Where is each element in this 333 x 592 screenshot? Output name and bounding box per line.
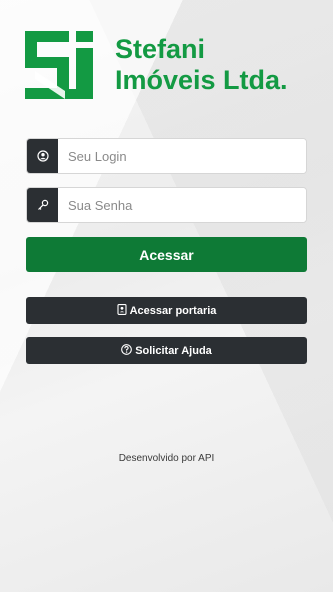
password-input[interactable] <box>58 188 306 222</box>
key-icon <box>27 188 58 222</box>
brand-name-line1: Stefani <box>115 34 206 64</box>
access-portaria-label: Acessar portaria <box>129 304 217 317</box>
login-input[interactable] <box>58 139 306 173</box>
question-circle-icon <box>121 343 133 358</box>
login-field-group <box>26 138 307 174</box>
brand-logo-mark-icon <box>25 31 93 99</box>
brand-name-line2: Imóveis Ltda. <box>115 65 288 95</box>
request-help-label: Solicitar Ajuda <box>135 344 212 357</box>
submit-login-label: Acessar <box>139 246 194 263</box>
footer-credit: Desenvolvido por API <box>118 453 215 464</box>
submit-login-button[interactable]: Acessar <box>26 237 307 272</box>
id-badge-icon <box>117 303 127 318</box>
password-field-group <box>26 187 307 223</box>
request-help-button[interactable]: Solicitar Ajuda <box>26 337 307 364</box>
user-circle-icon <box>27 139 58 173</box>
brand-logo: Stefani Imóveis Ltda. <box>25 30 315 100</box>
brand-name: Stefani Imóveis Ltda. <box>115 34 288 96</box>
access-portaria-button[interactable]: Acessar portaria <box>26 297 307 324</box>
